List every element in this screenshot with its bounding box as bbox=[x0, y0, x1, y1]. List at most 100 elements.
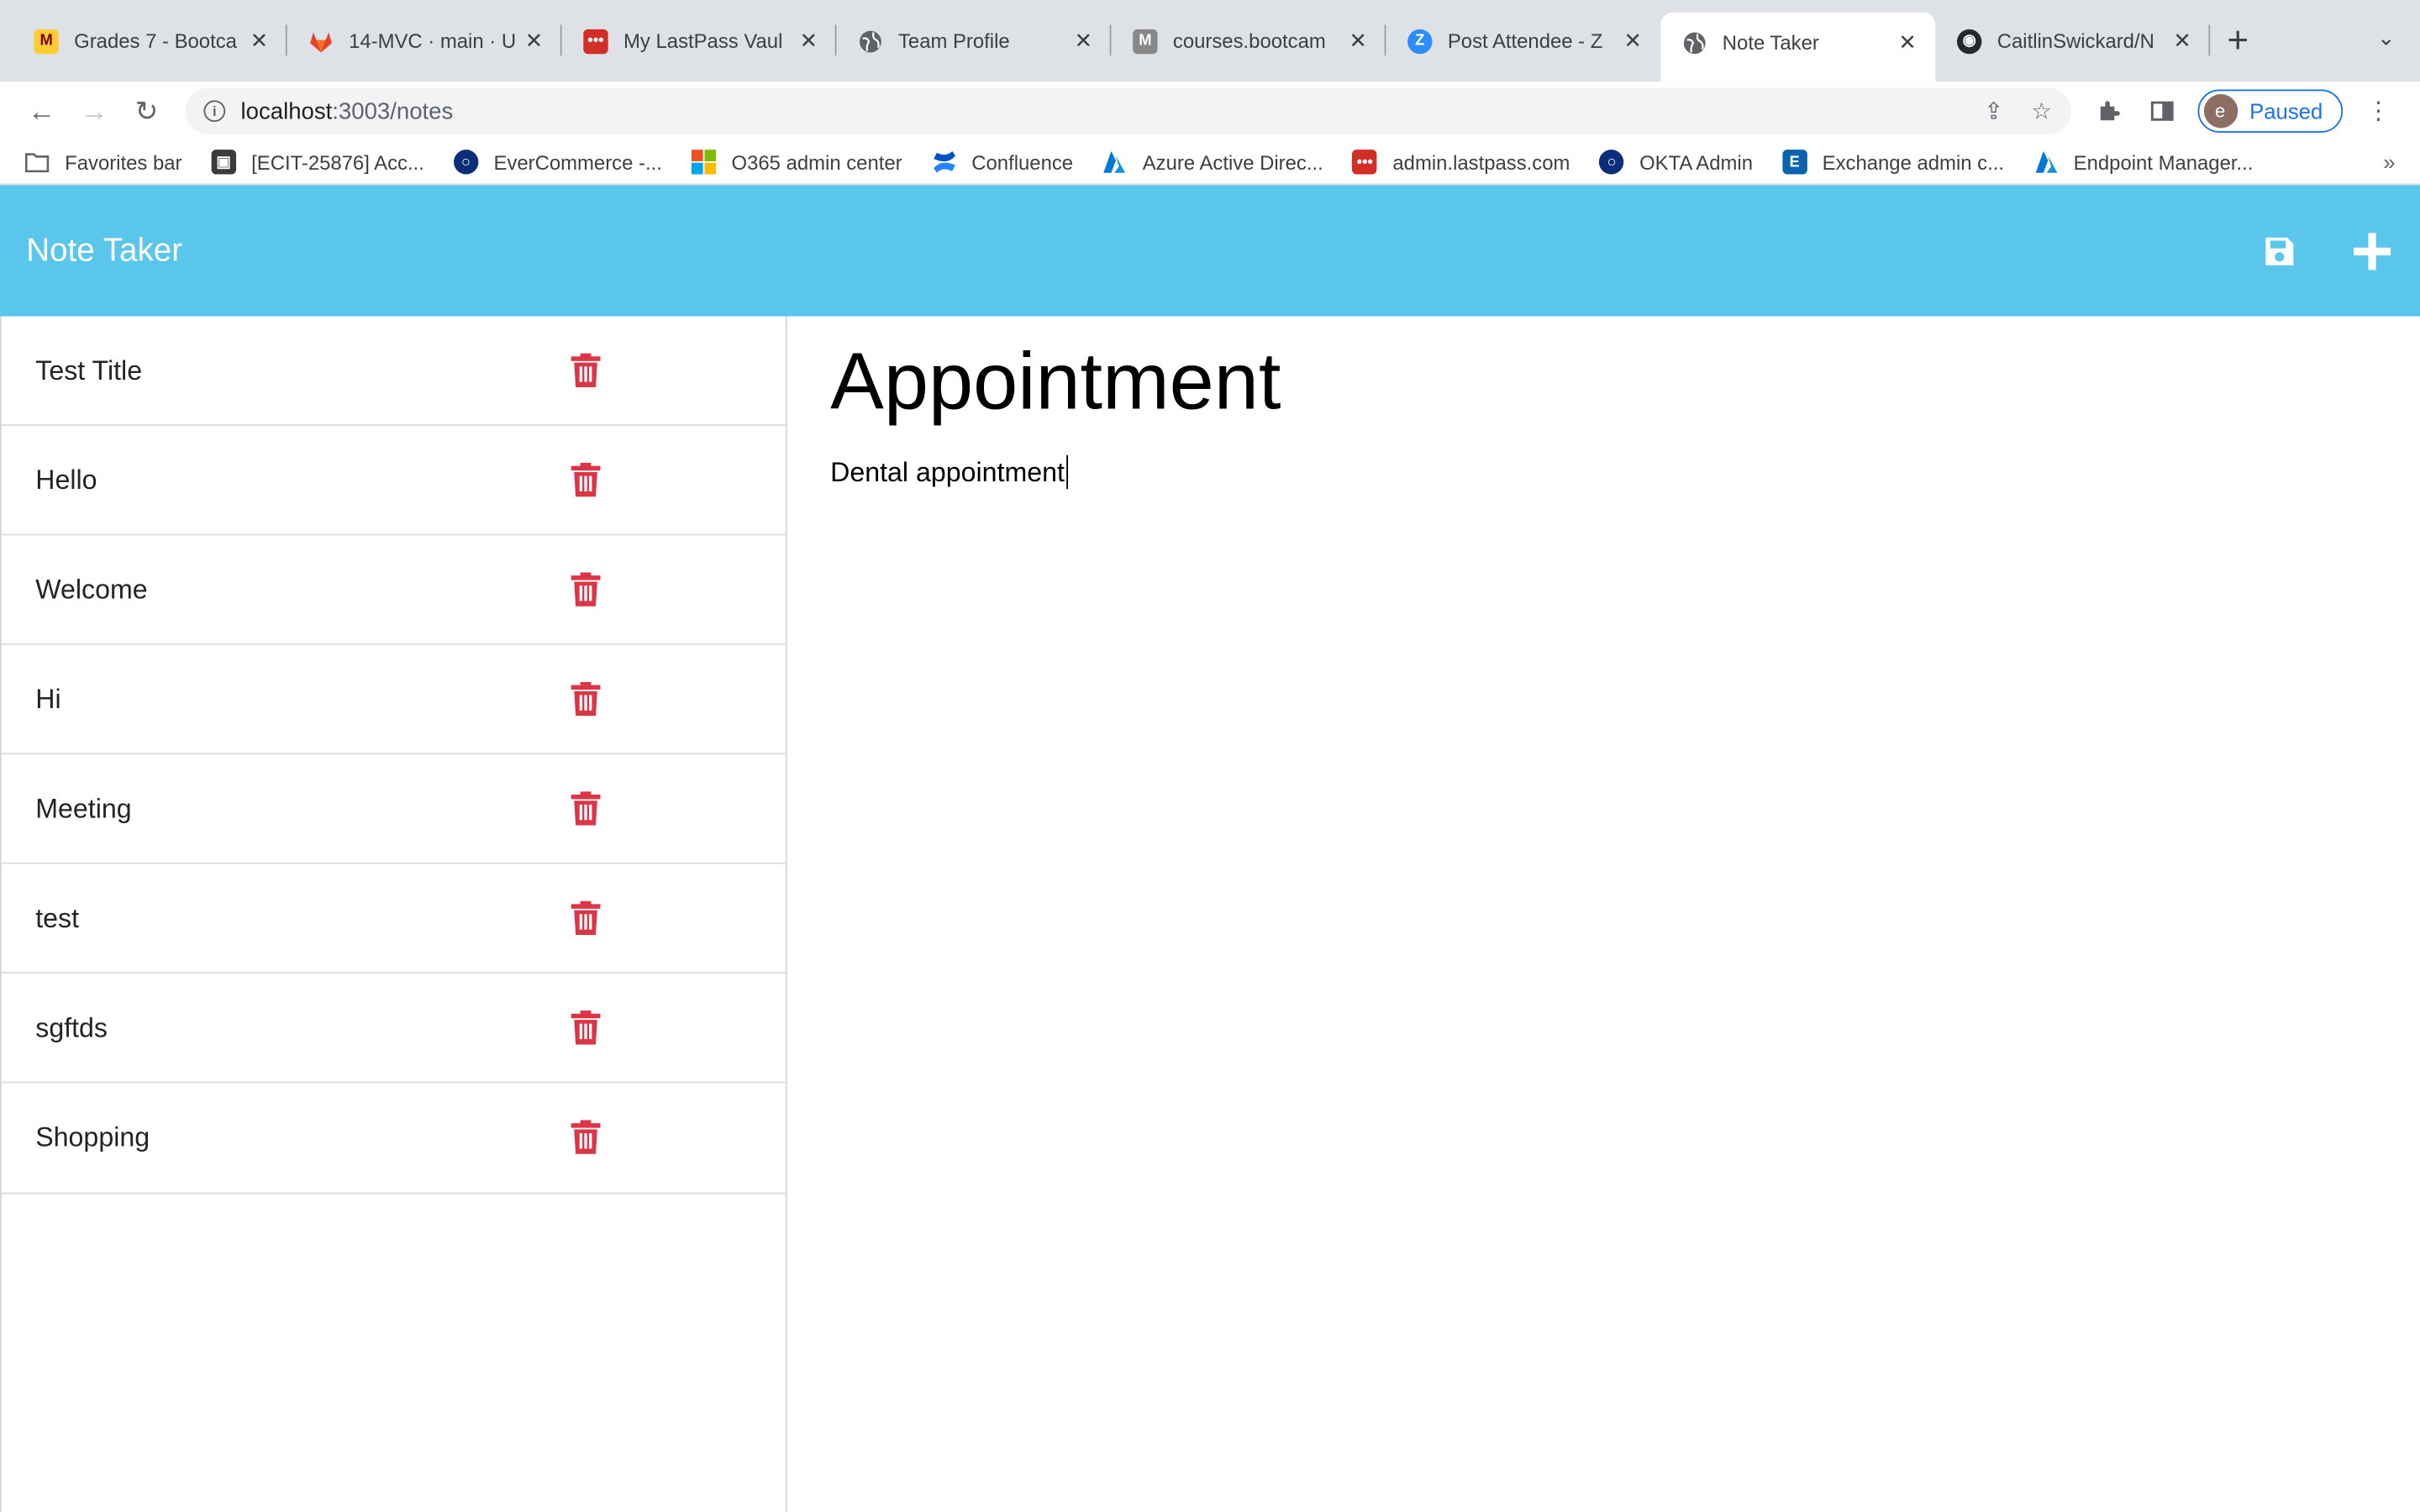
globe-icon bbox=[858, 29, 882, 53]
bookmark-exchange[interactable]: E Exchange admin c... bbox=[1781, 150, 2004, 175]
list-item[interactable]: test bbox=[1, 864, 786, 974]
tab-label: CaitlinSwickard/N bbox=[1996, 29, 2154, 53]
bookmark-label: O365 admin center bbox=[731, 150, 902, 174]
microsoft-icon bbox=[691, 150, 717, 175]
close-icon[interactable]: ✕ bbox=[247, 28, 271, 54]
address-bar[interactable]: i localhost:3003/notes ⇪ ☆ bbox=[185, 87, 2071, 134]
tab-github[interactable]: ◉ CaitlinSwickard/N ✕ bbox=[1935, 9, 2211, 72]
list-item[interactable]: sgftds bbox=[1, 974, 786, 1084]
list-item[interactable]: Shopping bbox=[2, 1083, 786, 1192]
azure-icon bbox=[1102, 150, 1127, 174]
tab-label: Note Taker bbox=[1722, 30, 1819, 55]
okta-icon: ○ bbox=[1599, 150, 1624, 175]
tab-courses[interactable]: M courses.bootcam ✕ bbox=[1111, 9, 1386, 72]
bookmarks-overflow-icon[interactable]: » bbox=[2383, 150, 2395, 174]
bookmark-label: [ECIT-25876] Acc... bbox=[251, 150, 424, 174]
list-item[interactable]: Welcome bbox=[1, 535, 786, 645]
tab-label: Grades 7 - Bootca bbox=[74, 29, 237, 53]
trash-icon[interactable] bbox=[571, 353, 601, 388]
close-icon[interactable]: ✕ bbox=[1346, 28, 1370, 54]
bookmark-ecit[interactable]: ▣ [ECIT-25876] Acc... bbox=[211, 150, 424, 175]
trash-icon[interactable] bbox=[571, 791, 601, 826]
chevron-down-icon[interactable]: ⌄ bbox=[2377, 24, 2396, 50]
close-icon[interactable]: ✕ bbox=[2170, 28, 2194, 54]
share-icon[interactable]: ⇪ bbox=[1984, 97, 2003, 125]
browser-toolbar: ← → ↻ i localhost:3003/notes ⇪ ☆ e Pause… bbox=[0, 81, 2420, 141]
trash-icon[interactable] bbox=[571, 681, 601, 717]
tab-strip: M Grades 7 - Bootca ✕ 14-MVC · main · U … bbox=[0, 0, 2420, 82]
gitlab-icon bbox=[308, 29, 333, 53]
list-item[interactable]: Meeting bbox=[1, 754, 786, 864]
avatar: e bbox=[2202, 94, 2238, 129]
lastpass-icon: ••• bbox=[583, 28, 608, 54]
app-header: Note Taker bbox=[0, 185, 2420, 317]
tab-grades[interactable]: M Grades 7 - Bootca ✕ bbox=[13, 9, 287, 72]
star-icon[interactable]: ☆ bbox=[2031, 97, 2052, 125]
bookmark-okta-admin[interactable]: ○ OKTA Admin bbox=[1599, 150, 1754, 175]
tab-zoom[interactable]: Z Post Attendee - Z ✕ bbox=[1386, 9, 1660, 72]
bookmark-evercommerce[interactable]: ○ EverCommerce -... bbox=[453, 150, 662, 175]
note-text-input[interactable]: Dental appointment bbox=[830, 454, 1068, 490]
profile-button[interactable]: e Paused bbox=[2196, 89, 2344, 133]
bookmark-label: OKTA Admin bbox=[1639, 150, 1754, 174]
info-icon[interactable]: i bbox=[203, 100, 226, 123]
trash-icon[interactable] bbox=[571, 1120, 601, 1154]
umn-icon: M bbox=[34, 28, 59, 54]
trash-icon[interactable] bbox=[571, 900, 601, 936]
close-icon[interactable]: ✕ bbox=[797, 28, 821, 54]
note-title-input[interactable]: Appointment bbox=[830, 338, 2376, 446]
trash-icon[interactable] bbox=[571, 463, 601, 497]
bookmark-endpoint-manager[interactable]: Endpoint Manager... bbox=[2033, 150, 2253, 174]
tab-label: courses.bootcam bbox=[1172, 29, 1326, 53]
trash-icon[interactable] bbox=[571, 572, 601, 606]
note-title: Hello bbox=[35, 463, 97, 495]
note-title: sgftds bbox=[35, 1011, 108, 1042]
bookmark-lastpass-admin[interactable]: ••• admin.lastpass.com bbox=[1352, 150, 1570, 175]
more-menu-icon[interactable]: ⋮ bbox=[2352, 85, 2404, 137]
close-icon[interactable]: ✕ bbox=[1621, 28, 1645, 54]
jira-icon: ▣ bbox=[211, 150, 236, 175]
note-sidebar: Test Title Hello Welcome Hi Meeting test… bbox=[0, 316, 787, 1512]
note-title: Welcome bbox=[35, 573, 148, 605]
close-icon[interactable]: ✕ bbox=[522, 28, 546, 54]
note-title: Shopping bbox=[35, 1121, 150, 1153]
app-title: Note Taker bbox=[26, 232, 183, 268]
zoom-icon: Z bbox=[1407, 28, 1433, 54]
trash-icon[interactable] bbox=[571, 1011, 601, 1045]
tab-lastpass[interactable]: ••• My LastPass Vaul ✕ bbox=[562, 9, 837, 72]
list-item[interactable]: Test Title bbox=[1, 317, 786, 426]
bookmark-label: Azure Active Direc... bbox=[1142, 150, 1323, 174]
bookmark-favorites-bar[interactable]: Favorites bar bbox=[24, 150, 182, 174]
side-panel-icon[interactable] bbox=[2135, 85, 2187, 137]
back-arrow-icon[interactable]: ← bbox=[15, 85, 67, 137]
list-item[interactable]: Hi bbox=[1, 645, 786, 755]
tab-gitlab[interactable]: 14-MVC · main · U ✕ bbox=[287, 9, 562, 72]
tab-label: 14-MVC · main · U bbox=[349, 29, 517, 53]
tab-team-profile[interactable]: Team Profile ✕ bbox=[837, 9, 1112, 72]
note-title: Hi bbox=[35, 682, 61, 714]
lastpass-icon: ••• bbox=[1352, 150, 1378, 175]
bookmark-o365[interactable]: O365 admin center bbox=[691, 150, 902, 175]
save-icon[interactable] bbox=[2258, 229, 2301, 272]
tab-label: Team Profile bbox=[897, 29, 1010, 53]
reload-icon[interactable]: ↻ bbox=[120, 85, 172, 137]
plus-icon[interactable] bbox=[2350, 229, 2393, 272]
tab-label: Post Attendee - Z bbox=[1447, 29, 1603, 53]
close-icon[interactable]: ✕ bbox=[1896, 29, 1920, 55]
note-title: Test Title bbox=[35, 354, 143, 386]
bookmark-label: Endpoint Manager... bbox=[2073, 150, 2254, 174]
note-list: Test Title Hello Welcome Hi Meeting test… bbox=[1, 317, 786, 1194]
folder-icon bbox=[24, 150, 50, 174]
list-item[interactable]: Hello bbox=[1, 426, 786, 536]
bookmark-label: admin.lastpass.com bbox=[1392, 150, 1570, 174]
azure-icon bbox=[2033, 150, 2058, 174]
extensions-puzzle-icon[interactable] bbox=[2083, 85, 2135, 137]
forward-arrow-icon[interactable]: → bbox=[68, 85, 120, 137]
tab-note-taker[interactable]: Note Taker ✕ bbox=[1660, 12, 1936, 82]
close-icon[interactable]: ✕ bbox=[1071, 28, 1096, 54]
bookmark-label: Confluence bbox=[971, 150, 1074, 174]
confluence-icon bbox=[932, 150, 956, 174]
bookmark-azure-ad[interactable]: Azure Active Direc... bbox=[1102, 150, 1323, 174]
new-tab-button[interactable]: + bbox=[2210, 9, 2265, 72]
bookmark-confluence[interactable]: Confluence bbox=[932, 150, 1074, 174]
